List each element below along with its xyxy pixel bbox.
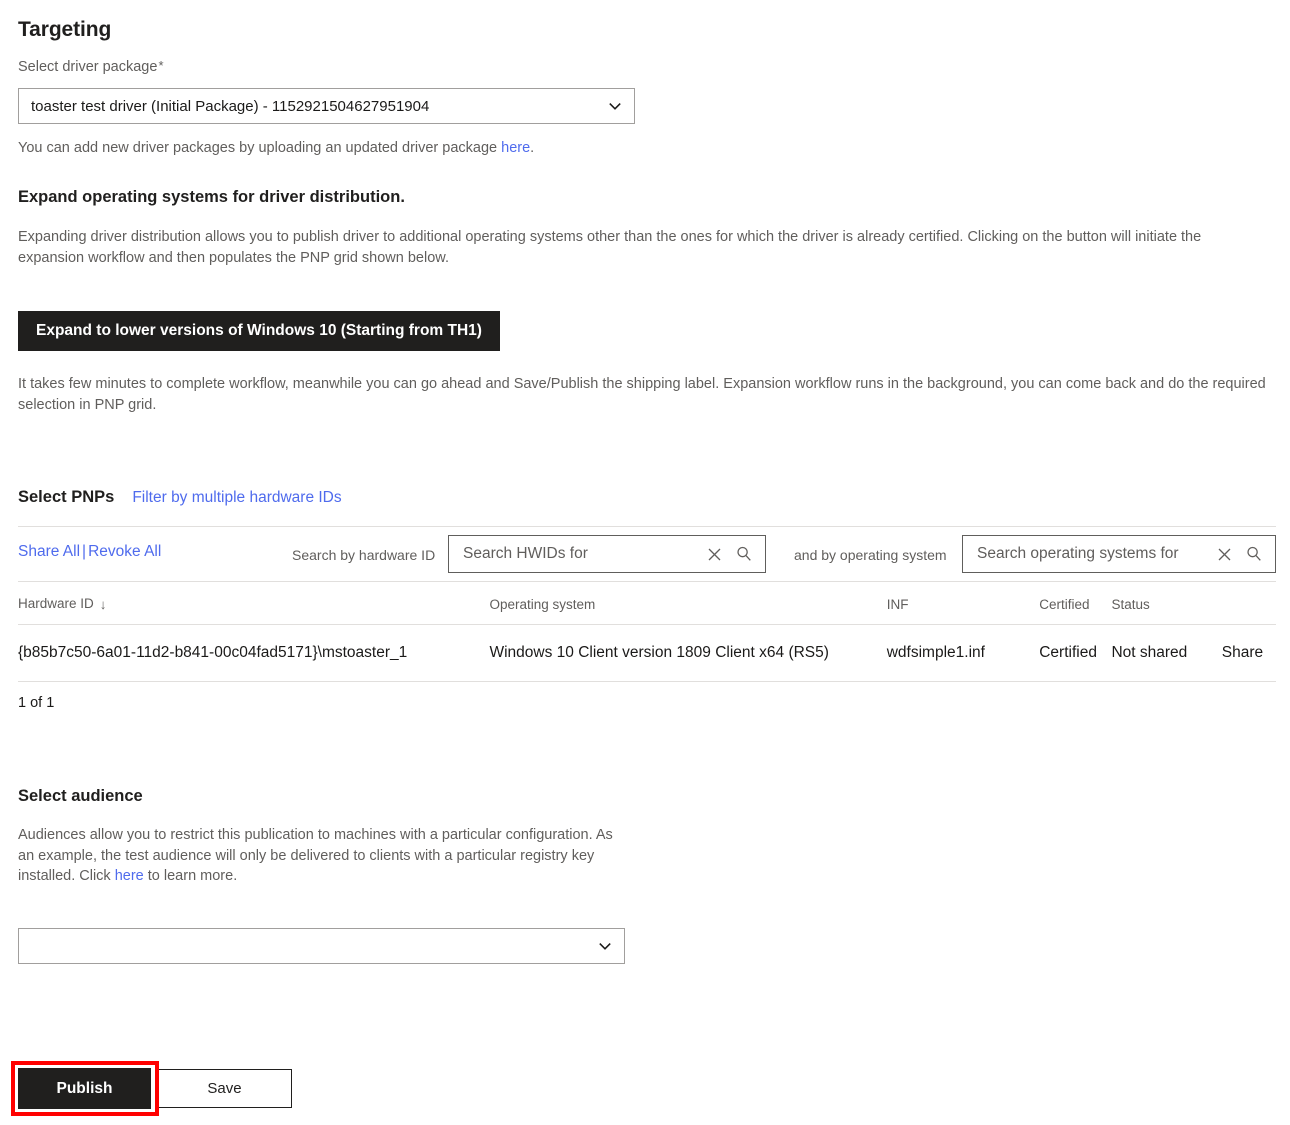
driver-package-helper: You can add new driver packages by uploa… [18,140,534,156]
share-all-link[interactable]: Share All [18,543,80,560]
cell-inf: wdfsimple1.inf [886,624,1040,682]
driver-package-label-row: Select driver package* [18,58,164,76]
chevron-down-icon [608,99,622,113]
required-asterisk: * [158,58,164,73]
targeting-page: Targeting Select driver package* toaster… [0,0,1290,1125]
pnp-heading-row: Select PNPs Filter by multiple hardware … [18,488,342,507]
column-header-certified[interactable]: Certified [1039,582,1112,625]
pnp-row-count: 1 of 1 [18,695,55,711]
driver-package-selected-value: toaster test driver (Initial Package) - … [31,97,430,115]
page-title: Targeting [18,18,112,41]
save-button[interactable]: Save [157,1069,292,1108]
select-audience-heading: Select audience [18,787,143,805]
hwid-search-box[interactable] [448,535,766,573]
search-icon[interactable] [729,539,759,569]
chevron-down-icon [598,939,612,953]
os-search-box[interactable] [962,535,1276,573]
select-pnps-heading: Select PNPs [18,488,115,506]
helper-suffix: . [530,140,535,156]
publish-button[interactable]: Publish [18,1068,151,1109]
cell-certified: Certified [1039,624,1112,682]
driver-package-dropdown[interactable]: toaster test driver (Initial Package) - … [18,88,635,124]
table-header-row: Hardware ID ↓ Operating system INF Certif… [18,582,1276,625]
pnp-toolbar: Share All | Revoke All Search by hardware … [18,527,1276,582]
expand-section-heading: Expand operating systems for driver dist… [18,188,405,206]
share-revoke-separator: | [82,543,87,560]
column-header-action [1221,582,1276,625]
clear-icon[interactable] [1209,539,1239,569]
filter-by-multiple-hardware-ids-link[interactable]: Filter by multiple hardware IDs [132,489,341,507]
cell-status: Not shared [1111,624,1222,682]
clear-icon[interactable] [699,539,729,569]
search-icon[interactable] [1239,539,1269,569]
hwid-search-label: Search by hardware ID [292,547,436,563]
audience-description-part2: to learn more. [143,868,238,885]
expand-section-note: It takes few minutes to complete workflo… [18,376,1266,413]
revoke-all-link[interactable]: Revoke All [88,543,161,560]
column-header-status[interactable]: Status [1111,582,1222,625]
pnp-grid-panel: Share All | Revoke All Search by hardware … [18,526,1276,682]
share-revoke-actions: Share All | Revoke All [18,543,161,561]
expand-lower-versions-button[interactable]: Expand to lower versions of Windows 10 (… [18,311,500,351]
driver-package-label: Select driver package [18,59,158,75]
audience-description-part1: Audiences allow you to restrict this pub… [18,827,613,885]
cell-hardware-id: {b85b7c50-6a01-11d2-b841-00c04fad5171}\m… [18,624,490,682]
column-header-operating-system[interactable]: Operating system [489,582,887,625]
os-search-label: and by operating system [794,547,947,563]
column-header-hardware-id-label: Hardware ID [18,596,94,611]
audience-learn-more-link[interactable]: here [115,868,144,884]
hwid-search-input[interactable] [461,544,699,564]
expand-section-description: Expanding driver distribution allows you… [18,229,1202,266]
pnp-table: Hardware ID ↓ Operating system INF Certif… [18,582,1276,682]
upload-driver-package-link[interactable]: here [501,140,530,156]
sort-descending-icon: ↓ [99,597,107,612]
audience-dropdown[interactable] [18,928,625,964]
column-header-hardware-id[interactable]: Hardware ID ↓ [18,582,490,625]
os-search-input[interactable] [975,544,1209,564]
table-row: {b85b7c50-6a01-11d2-b841-00c04fad5171}\m… [18,624,1276,682]
cell-operating-system: Windows 10 Client version 1809 Client x6… [489,624,887,682]
share-row-link[interactable]: Share [1221,624,1276,682]
helper-prefix: You can add new driver packages by uploa… [18,140,502,156]
column-header-inf[interactable]: INF [886,582,1040,625]
select-audience-description: Audiences allow you to restrict this pub… [18,825,628,887]
